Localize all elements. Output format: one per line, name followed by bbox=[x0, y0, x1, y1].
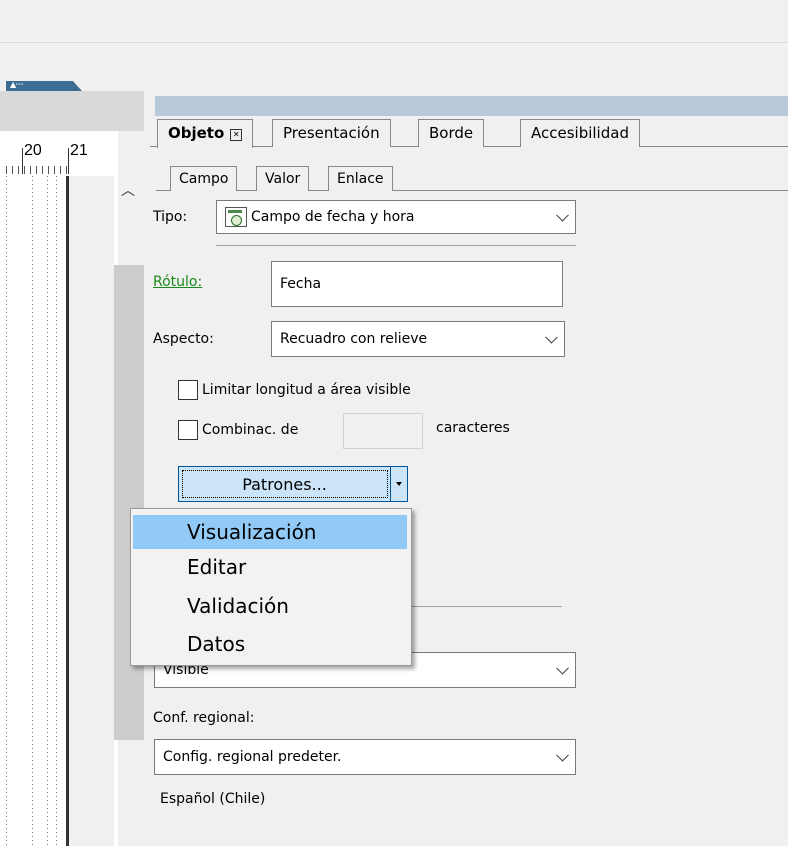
tab-presentacion[interactable]: Presentación bbox=[272, 119, 391, 147]
limitar-checkbox[interactable] bbox=[178, 380, 198, 400]
caracteres-label: caracteres bbox=[436, 420, 510, 436]
tipo-label: Tipo: bbox=[153, 209, 188, 225]
subtab-enlace[interactable]: Enlace bbox=[328, 166, 393, 191]
grid-line bbox=[32, 176, 33, 846]
tab-objeto[interactable]: Objeto ✕ bbox=[157, 119, 254, 148]
menu-item-validacion[interactable]: Validación bbox=[133, 589, 407, 623]
menu-item-datos[interactable]: Datos bbox=[133, 627, 407, 661]
focus-rectangle bbox=[182, 470, 388, 498]
conf-regional-label: Conf. regional: bbox=[153, 710, 255, 726]
grid-line bbox=[47, 176, 48, 846]
rotulo-label[interactable]: Rótulo: bbox=[153, 274, 202, 290]
canvas-gray-band bbox=[0, 91, 144, 131]
patrones-dropdown-arrow-icon[interactable] bbox=[390, 467, 407, 501]
patrones-split-button[interactable]: Patrones... bbox=[178, 466, 408, 502]
grid-line bbox=[6, 176, 7, 846]
page-tab-grip-icon: ▲····· bbox=[10, 80, 24, 89]
tab-label: Borde bbox=[429, 124, 474, 142]
subtab-valor[interactable]: Valor bbox=[256, 166, 310, 191]
panel-header-bar bbox=[155, 96, 788, 116]
subtab-row-baseline bbox=[156, 190, 788, 191]
ruler-minor-ticks bbox=[6, 166, 70, 174]
subtab-label: Enlace bbox=[337, 171, 384, 187]
tipo-select[interactable]: Campo de fecha y hora bbox=[216, 200, 576, 234]
grid-line bbox=[56, 176, 57, 846]
rotulo-value: Fecha bbox=[280, 276, 322, 292]
aspecto-select[interactable]: Recuadro con relieve bbox=[271, 321, 565, 357]
divider bbox=[216, 245, 576, 246]
ruler-mark-20: 20 bbox=[24, 142, 42, 159]
toolbar-strip bbox=[0, 43, 788, 87]
chevron-down-icon bbox=[545, 330, 558, 344]
rotulo-input[interactable]: Fecha bbox=[271, 261, 563, 307]
aspecto-label: Aspecto: bbox=[153, 331, 214, 347]
limitar-label: Limitar longitud a área visible bbox=[202, 382, 411, 398]
locale-text: Español (Chile) bbox=[160, 791, 266, 807]
canvas-margin bbox=[69, 176, 114, 846]
menu-item-editar[interactable]: Editar bbox=[133, 550, 407, 584]
scroll-up-chevron-icon[interactable]: ︿ bbox=[118, 180, 138, 199]
tab-borde[interactable]: Borde bbox=[418, 119, 485, 147]
conf-regional-select[interactable]: Config. regional predeter. bbox=[154, 739, 576, 775]
chevron-down-icon bbox=[556, 748, 569, 762]
date-time-field-icon bbox=[225, 207, 247, 227]
vertical-scrollbar[interactable] bbox=[114, 265, 144, 740]
chevron-down-icon bbox=[556, 661, 569, 675]
subtab-label: Campo bbox=[179, 171, 229, 187]
tipo-value: Campo de fecha y hora bbox=[251, 209, 415, 225]
patrones-menu: Visualización Editar Validación Datos bbox=[130, 508, 412, 666]
subtab-campo[interactable]: Campo bbox=[170, 166, 238, 191]
subtab-label: Valor bbox=[265, 171, 301, 187]
ruler-mark-21: 21 bbox=[70, 142, 88, 159]
tab-label: Presentación bbox=[283, 124, 380, 142]
chevron-down-icon bbox=[556, 208, 569, 222]
tab-label: Objeto bbox=[168, 124, 225, 142]
combinac-checkbox[interactable] bbox=[178, 420, 198, 440]
combinac-count-input[interactable] bbox=[343, 413, 423, 449]
menu-item-visualizacion[interactable]: Visualización bbox=[133, 515, 407, 549]
combinac-label: Combinac. de bbox=[202, 422, 299, 438]
divider bbox=[412, 606, 562, 607]
tab-label: Accesibilidad bbox=[531, 124, 629, 142]
toolbar-area bbox=[0, 0, 788, 43]
tab-accesibilidad[interactable]: Accesibilidad bbox=[520, 119, 640, 147]
aspecto-value: Recuadro con relieve bbox=[280, 331, 428, 347]
conf-regional-value: Config. regional predeter. bbox=[163, 749, 342, 765]
close-icon[interactable]: ✕ bbox=[230, 129, 243, 141]
